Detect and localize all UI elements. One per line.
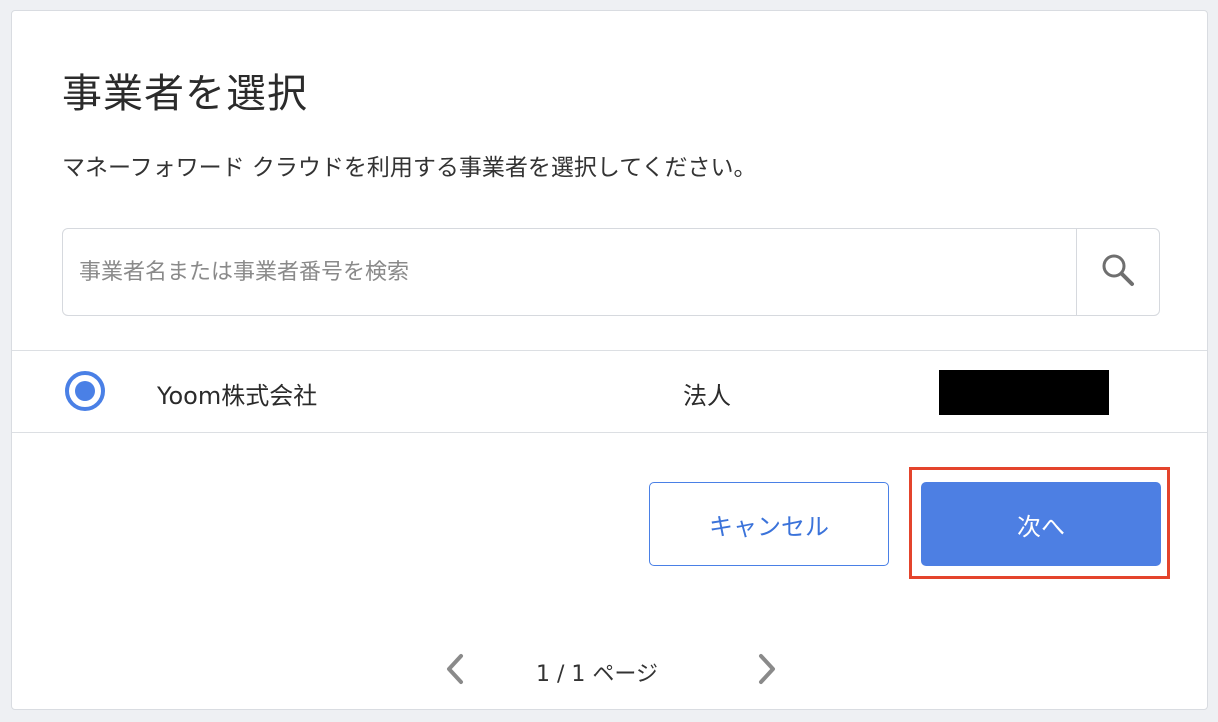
- pagination: 1 / 1 ページ: [12, 651, 1207, 691]
- dialog-description: マネーフォワード クラウドを利用する事業者を選択してください。: [62, 155, 757, 181]
- redacted-business-number: [939, 370, 1109, 415]
- business-row[interactable]: Yoom株式会社 法人: [12, 350, 1207, 433]
- next-button[interactable]: 次へ: [921, 482, 1161, 566]
- next-page-button[interactable]: [752, 653, 782, 689]
- radio-dot: [75, 381, 95, 401]
- dialog-title: 事業者を選択: [62, 71, 308, 117]
- search-icon: [1100, 252, 1136, 292]
- cancel-button[interactable]: キャンセル: [649, 482, 889, 566]
- prev-page-button[interactable]: [440, 653, 470, 689]
- business-type: 法人: [683, 382, 731, 410]
- select-business-dialog: 事業者を選択 マネーフォワード クラウドを利用する事業者を選択してください。 Y…: [11, 10, 1208, 710]
- page-indicator: 1 / 1 ページ: [536, 662, 658, 687]
- search-button[interactable]: [1076, 229, 1159, 315]
- search-box: [62, 228, 1160, 316]
- search-input[interactable]: [63, 229, 1076, 315]
- chevron-right-icon: [755, 652, 779, 690]
- business-radio-selected[interactable]: [65, 371, 105, 411]
- business-name: Yoom株式会社: [157, 382, 318, 410]
- chevron-left-icon: [443, 652, 467, 690]
